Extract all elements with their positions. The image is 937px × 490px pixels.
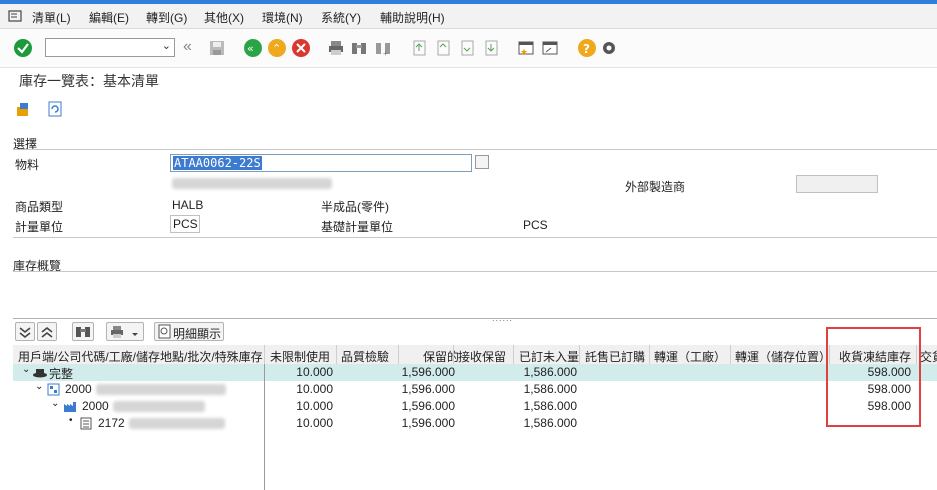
find-next-icon[interactable]: +	[374, 39, 392, 58]
material-label: 物料	[15, 158, 40, 172]
material-type-desc: 半成品(零件)	[321, 200, 389, 214]
print-icon[interactable]	[327, 39, 345, 57]
material-description-redacted	[172, 178, 332, 189]
menu-environment[interactable]: 環境(N)	[262, 9, 303, 26]
unit-label: 計量單位	[15, 220, 64, 234]
collapse-all-icon[interactable]	[37, 322, 57, 341]
expand-all-icon[interactable]	[15, 322, 35, 341]
col-sep	[513, 345, 514, 364]
svg-text:⌃: ⌃	[272, 42, 281, 55]
col-quality[interactable]: 品質檢驗	[341, 348, 389, 365]
col-hierarchy[interactable]: 用戶端/公司代碼/工廠/儲存地點/批次/特殊庫存	[18, 348, 263, 365]
table-row[interactable]: ⌄ 2000 10.000 1,596.000 1,586.000 598.00…	[13, 398, 937, 415]
menu-icon[interactable]	[8, 10, 22, 22]
shortcut-icon[interactable]	[541, 39, 559, 57]
splitter[interactable]	[13, 318, 937, 319]
last-page-icon[interactable]	[482, 39, 500, 57]
col-unrestricted[interactable]: 未限制使用	[270, 348, 330, 365]
collapse-arrow-icon[interactable]: ⌄	[51, 398, 59, 409]
overview-divider	[13, 271, 937, 272]
collapse-arrow-icon[interactable]: ⌄	[35, 381, 43, 392]
menu-other[interactable]: 其他(X)	[204, 9, 244, 26]
svg-text:?: ?	[583, 42, 590, 56]
plant-name-redacted	[113, 401, 205, 412]
base-unit-value: PCS	[523, 218, 548, 232]
table-row[interactable]: • 2172 10.000 1,596.000 1,586.000	[13, 415, 937, 432]
grid-print-icon[interactable]	[106, 322, 144, 341]
col-ordered[interactable]: 已訂未入量	[519, 348, 579, 365]
selection-divider	[13, 149, 937, 150]
back-icon[interactable]: «	[244, 39, 262, 57]
magnifier-icon	[158, 324, 171, 339]
plant-icon	[64, 402, 76, 412]
external-mfr-field[interactable]	[796, 175, 878, 193]
menu-edit[interactable]: 編輯(E)	[89, 9, 129, 26]
menu-bar: 清單(L) 編輯(E) 轉到(G) 其他(X) 環境(N) 系統(Y) 輔助說明…	[0, 4, 937, 29]
external-mfr-label: 外部製造商	[625, 180, 686, 194]
help-icon[interactable]: ?	[578, 39, 596, 57]
storage-location-icon	[80, 417, 92, 430]
export-icon[interactable]	[14, 100, 32, 118]
col-sep	[579, 345, 580, 364]
refresh-icon[interactable]	[46, 100, 64, 118]
svg-text:★: ★	[520, 47, 528, 57]
collapse-arrow-icon[interactable]: ⌄	[22, 364, 30, 375]
value-help-icon[interactable]	[475, 155, 489, 169]
find-icon[interactable]	[350, 39, 368, 57]
hat-icon	[33, 369, 47, 378]
company-icon	[47, 383, 60, 396]
tree-column-divider	[264, 364, 265, 490]
col-sep	[453, 345, 454, 364]
grid-header: 用戶端/公司代碼/工廠/儲存地點/批次/特殊庫存 未限制使用 品質檢驗 保留的 …	[13, 345, 937, 365]
standard-toolbar: ⌄ « « ⌃ + ★ ?	[0, 29, 937, 68]
col-sep	[264, 345, 265, 364]
material-type-label: 商品類型	[15, 200, 64, 214]
annotation-highlight-box	[826, 327, 921, 427]
new-session-icon[interactable]: ★	[517, 39, 535, 57]
prev-page-icon[interactable]	[434, 39, 452, 57]
menu-system[interactable]: 系統(Y)	[321, 9, 361, 26]
double-left-icon[interactable]: «	[183, 38, 192, 56]
col-sep	[730, 345, 731, 364]
svg-text:«: «	[247, 42, 254, 55]
col-consignment[interactable]: 託售已訂購	[585, 348, 645, 365]
material-field[interactable]: ATAA0062-22S	[170, 154, 472, 172]
table-row[interactable]: ⌄ 完整 10.000 1,596.000 1,586.000 598.000	[13, 364, 937, 381]
col-sep	[649, 345, 650, 364]
col-transfer-plant[interactable]: 轉運（工廠）	[654, 348, 726, 365]
exit-icon[interactable]: ⌃	[268, 39, 286, 57]
leaf-dot-icon: •	[69, 415, 73, 426]
page-title: 庫存一覽表：基本清單	[19, 73, 159, 89]
menu-list[interactable]: 清單(L)	[32, 9, 71, 26]
detail-display-button[interactable]: 明細顯示	[154, 322, 224, 341]
col-sep	[398, 345, 399, 364]
menu-help[interactable]: 輔助說明(H)	[380, 9, 445, 26]
command-field[interactable]: ⌄	[45, 38, 175, 57]
cancel-icon[interactable]	[292, 39, 310, 57]
grid-toolbar: 明細顯示	[13, 320, 937, 344]
save-icon[interactable]	[208, 39, 226, 57]
company-name-redacted	[96, 384, 226, 395]
first-page-icon[interactable]	[410, 39, 428, 57]
menu-goto[interactable]: 轉到(G)	[146, 9, 187, 26]
col-receipt-res[interactable]: 接收保留	[458, 348, 506, 365]
selection-bottom-divider	[13, 237, 937, 238]
col-delivery[interactable]: 交貨	[920, 348, 937, 365]
col-transfer-sloc[interactable]: 轉運（儲存位置）	[735, 348, 831, 365]
svg-text:+: +	[383, 49, 388, 57]
settings-icon[interactable]	[600, 39, 618, 57]
grid-find-icon[interactable]	[72, 322, 94, 341]
col-sep	[336, 345, 337, 364]
application-toolbar	[0, 94, 937, 124]
material-type-value: HALB	[172, 198, 204, 212]
storage-name-redacted	[129, 418, 225, 429]
next-page-icon[interactable]	[458, 39, 476, 57]
table-row[interactable]: ⌄ 2000 10.000 1,596.000 1,586.000 598.00…	[13, 381, 937, 398]
base-unit-label: 基礎計量單位	[321, 220, 394, 234]
unit-field[interactable]: PCS	[170, 215, 200, 233]
chevron-down-icon[interactable]: ⌄	[162, 39, 171, 52]
check-icon[interactable]	[14, 39, 32, 57]
